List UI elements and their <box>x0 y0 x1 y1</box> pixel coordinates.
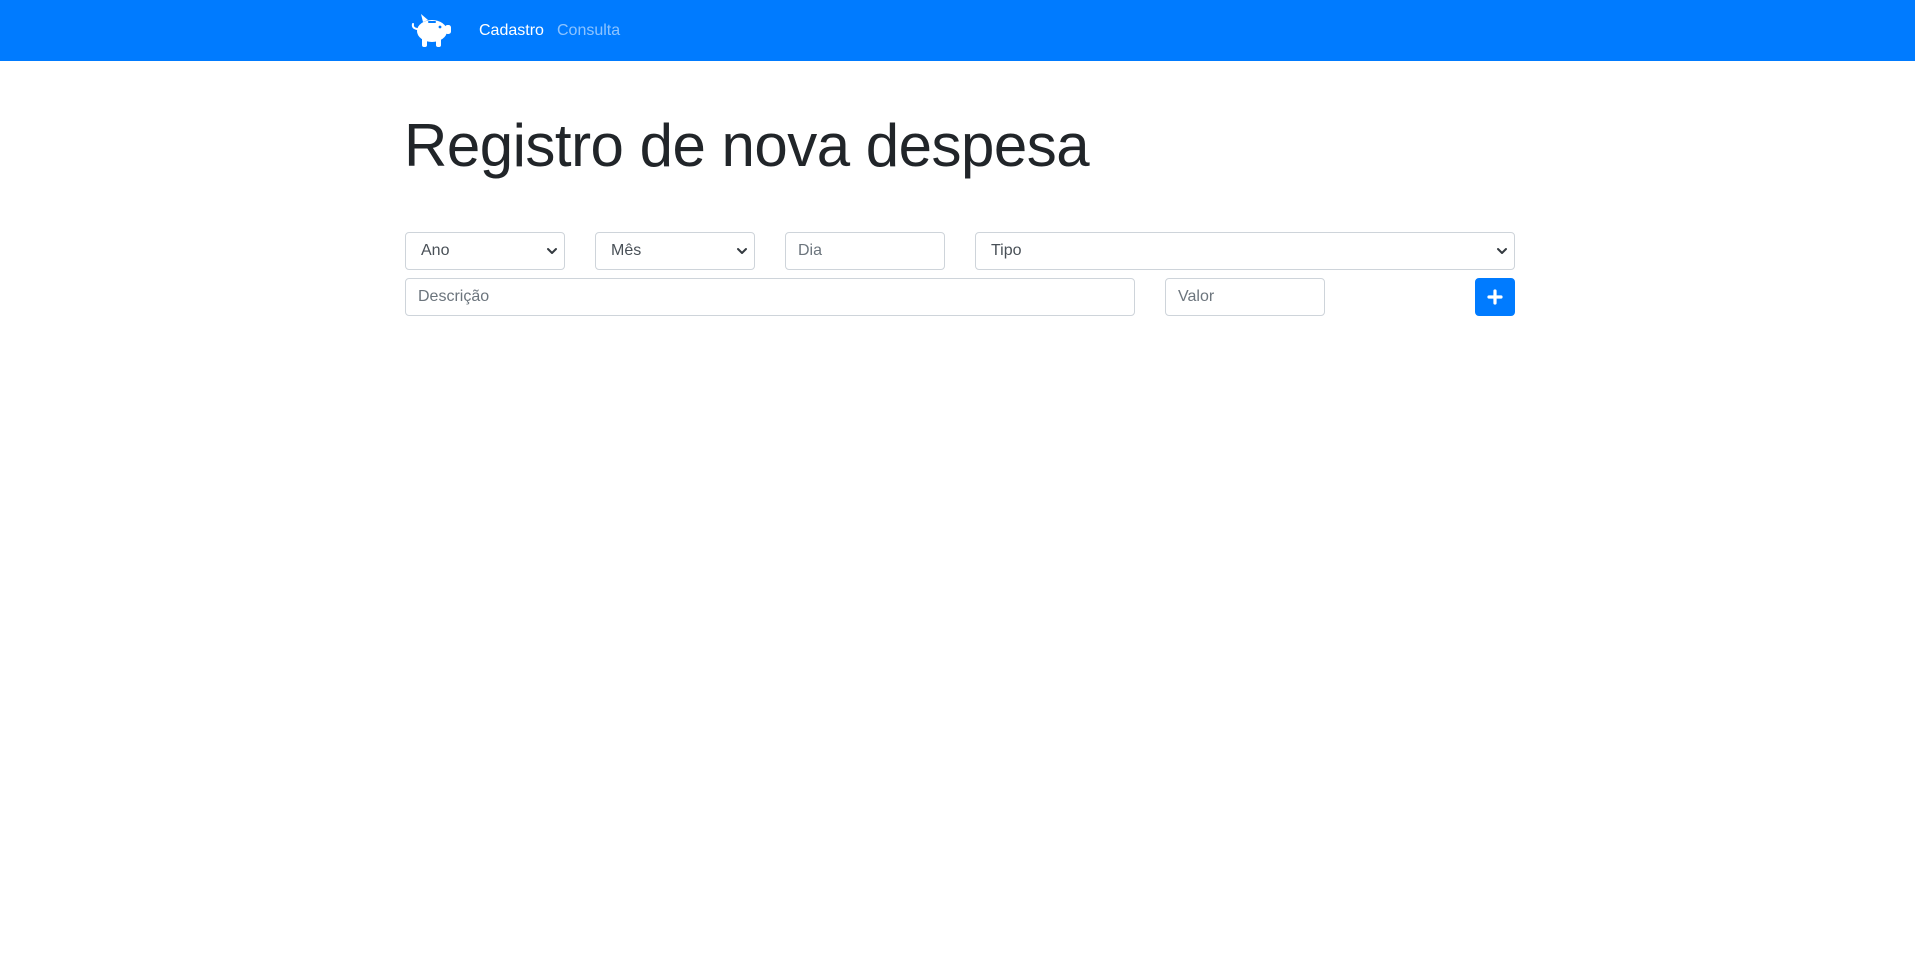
tipo-select-value: Tipo <box>991 242 1022 259</box>
ano-select-value: Ano <box>421 242 450 259</box>
nav-link-consulta[interactable]: Consulta <box>557 20 620 42</box>
tipo-select[interactable]: Tipo <box>975 232 1515 270</box>
plus-icon <box>1487 289 1503 305</box>
mes-select[interactable]: Mês <box>595 232 755 270</box>
chevron-down-icon <box>547 248 557 254</box>
piggy-bank-icon[interactable] <box>409 11 453 49</box>
valor-input[interactable] <box>1165 278 1325 316</box>
descricao-input[interactable] <box>405 278 1135 316</box>
chevron-down-icon <box>1497 248 1507 254</box>
add-expense-button[interactable] <box>1475 278 1515 316</box>
page-title: Registro de nova despesa <box>404 112 1090 179</box>
mes-select-value: Mês <box>611 242 642 259</box>
dia-input[interactable] <box>785 232 945 270</box>
navbar: Cadastro Consulta <box>0 0 1915 61</box>
chevron-down-icon <box>737 248 747 254</box>
ano-select[interactable]: Ano <box>405 232 565 270</box>
nav-link-cadastro[interactable]: Cadastro <box>479 20 544 42</box>
